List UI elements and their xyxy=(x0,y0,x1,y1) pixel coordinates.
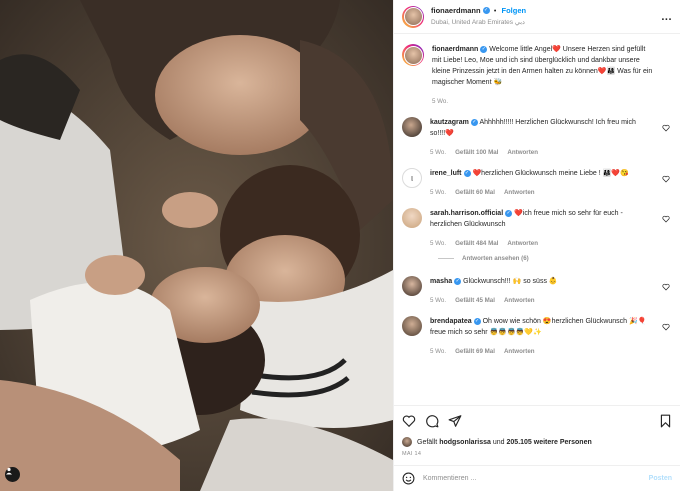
comment-input[interactable]: Kommentieren ... xyxy=(423,475,649,482)
bookmark-icon[interactable] xyxy=(659,414,672,428)
comment-item: brendapatea ✓ Oh wow wie schön 😍herzliche… xyxy=(402,316,672,355)
follow-button[interactable]: Folgen xyxy=(502,6,527,15)
verified-badge-icon: ✓ xyxy=(470,118,478,126)
commenter-avatar[interactable] xyxy=(402,316,422,336)
likes-prefix: Gefällt xyxy=(417,438,438,446)
post-dialog: fionaerdmann ✓ • Folgen Dubai, United Ara… xyxy=(0,0,680,491)
comment-age[interactable]: 5 Wo. xyxy=(430,240,446,247)
likes-summary: Gefällt hodgsonlarissa und 205.105 weite… xyxy=(394,435,680,449)
share-icon[interactable] xyxy=(448,414,462,428)
commenter-username[interactable]: kautzagram xyxy=(430,119,469,126)
heart-icon[interactable] xyxy=(402,414,416,428)
separator-dot: • xyxy=(493,8,497,15)
reply-button[interactable]: Antworten xyxy=(504,297,535,304)
verified-badge-icon: ✓ xyxy=(454,277,462,285)
verified-badge-icon: ✓ xyxy=(505,209,513,217)
post-side-panel: fionaerdmann ✓ • Folgen Dubai, United Ara… xyxy=(393,0,680,491)
heart-icon[interactable] xyxy=(662,323,670,331)
tag-user-icon[interactable] xyxy=(5,467,20,482)
commenter-username[interactable]: masha xyxy=(430,278,452,285)
commenter-username[interactable]: brendapatea xyxy=(430,318,472,325)
post-actions-bar xyxy=(394,405,680,435)
commenter-avatar[interactable] xyxy=(402,276,422,296)
comment-age[interactable]: 5 Wo. xyxy=(430,297,446,304)
comment-icon[interactable] xyxy=(425,414,439,428)
post-comment-button[interactable]: Posten xyxy=(649,475,672,482)
heart-icon[interactable] xyxy=(662,175,670,183)
comment-likes[interactable]: Gefällt 484 Mal xyxy=(455,240,498,247)
comment-item: ι irene_luft ✓ ❤️herzlichen Glückwunsch m… xyxy=(402,168,672,196)
author-avatar[interactable] xyxy=(402,5,424,28)
post-date[interactable]: MAI 14 xyxy=(394,449,680,465)
heart-icon[interactable] xyxy=(662,124,670,132)
post-location[interactable]: Dubai, United Arab Emirates دبي xyxy=(431,17,526,28)
liker-avatar[interactable] xyxy=(402,437,412,447)
caption: fionaerdmann ✓ Welcome little Angel❤️ Uns… xyxy=(402,44,672,105)
add-comment-bar: Kommentieren ... Posten xyxy=(394,465,680,491)
commenter-avatar[interactable] xyxy=(402,117,422,137)
replies-divider xyxy=(438,258,454,259)
post-photo[interactable] xyxy=(0,0,393,491)
verified-badge-icon: ✓ xyxy=(480,45,488,53)
comments-list: fionaerdmann ✓ Welcome little Angel❤️ Uns… xyxy=(394,34,680,405)
comment-likes[interactable]: Gefällt 69 Mal xyxy=(455,348,495,355)
comment-likes[interactable]: Gefällt 45 Mal xyxy=(455,297,495,304)
comment-item: sarah.harrison.official ✓ ❤️ich freue mic… xyxy=(402,208,672,247)
verified-badge-icon: ✓ xyxy=(463,169,471,177)
reply-button[interactable]: Antworten xyxy=(504,189,535,196)
comment-likes[interactable]: Gefällt 100 Mal xyxy=(455,149,498,156)
commenter-username[interactable]: irene_luft xyxy=(430,170,462,177)
likes-count[interactable]: 205.105 weitere Personen xyxy=(507,439,592,446)
comment-age[interactable]: 5 Wo. xyxy=(430,149,446,156)
likes-middle: und xyxy=(492,438,505,446)
more-icon[interactable]: ... xyxy=(661,11,672,23)
commenter-avatar[interactable] xyxy=(402,208,422,228)
family-photo-image xyxy=(0,0,393,491)
comment-age[interactable]: 5 Wo. xyxy=(430,348,446,355)
comment-text: Glückwunsch!!! 🙌 so süss 👶 xyxy=(463,278,558,285)
verified-badge-icon: ✓ xyxy=(482,7,490,15)
emoji-icon[interactable] xyxy=(402,472,415,485)
caption-avatar[interactable] xyxy=(402,44,424,66)
heart-icon[interactable] xyxy=(662,283,670,291)
comment-likes[interactable]: Gefällt 60 Mal xyxy=(455,189,495,196)
caption-username[interactable]: fionaerdmann xyxy=(432,46,478,53)
view-replies-label[interactable]: Antworten ansehen (6) xyxy=(462,255,529,262)
comment-item: kautzagram ✓ Ahhhhh!!!!! Herzlichen Glück… xyxy=(402,117,672,156)
author-username[interactable]: fionaerdmann xyxy=(431,6,481,15)
caption-age[interactable]: 5 Wo. xyxy=(432,98,448,105)
reply-button[interactable]: Antworten xyxy=(507,240,538,247)
comment-item: masha ✓ Glückwunsch!!! 🙌 so süss 👶 5 Wo. G… xyxy=(402,276,672,304)
commenter-username[interactable]: sarah.harrison.official xyxy=(430,210,503,217)
comment-age[interactable]: 5 Wo. xyxy=(430,189,446,196)
comment-text: ❤️herzlichen Glückwunsch meine Liebe ! 👨… xyxy=(472,170,629,177)
view-replies-button[interactable]: Antworten ansehen (6) xyxy=(438,255,672,262)
reply-button[interactable]: Antworten xyxy=(507,149,538,156)
verified-badge-icon: ✓ xyxy=(473,317,481,325)
reply-button[interactable]: Antworten xyxy=(504,348,535,355)
post-header: fionaerdmann ✓ • Folgen Dubai, United Ara… xyxy=(394,0,680,34)
commenter-avatar[interactable]: ι xyxy=(402,168,422,188)
liker-username[interactable]: hodgsonlarissa xyxy=(439,439,491,446)
heart-icon[interactable] xyxy=(662,215,670,223)
